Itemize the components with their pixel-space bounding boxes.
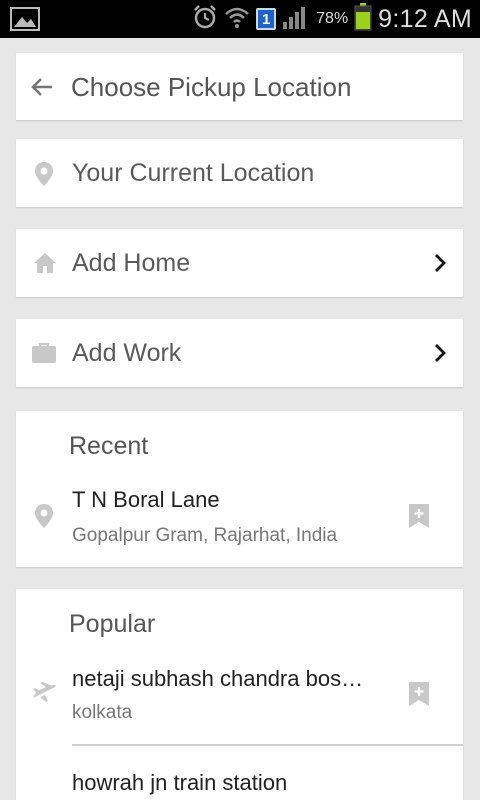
- home-icon: [33, 252, 57, 279]
- back-arrow-icon[interactable]: [30, 75, 54, 104]
- briefcase-icon: [31, 342, 57, 369]
- add-work-row[interactable]: Add Work: [16, 319, 463, 387]
- popular-place-address: kolkata: [72, 702, 133, 723]
- bookmark-add-icon[interactable]: [408, 503, 430, 534]
- popular-section-title: Popular: [69, 610, 156, 638]
- chevron-right-icon: [433, 343, 447, 368]
- bookmark-add-icon[interactable]: [408, 681, 430, 712]
- list-item[interactable]: howrah jn train station: [16, 764, 463, 800]
- wifi-icon: [224, 5, 250, 34]
- signal-icon: [282, 4, 310, 35]
- recent-section-title: Recent: [69, 432, 149, 460]
- popular-place-name: howrah jn train station: [72, 770, 288, 795]
- battery-percent: 78%: [316, 10, 349, 27]
- current-location-row[interactable]: Your Current Location: [16, 139, 463, 207]
- notification-badge: 1: [256, 8, 277, 30]
- list-item[interactable]: netaji subhash chandra bos… kolkata: [16, 657, 463, 747]
- recent-card: Recent T N Boral Lane Gopalpur Gram, Raj…: [16, 411, 463, 567]
- alarm-icon: [192, 4, 218, 35]
- chevron-right-icon: [433, 253, 447, 278]
- recent-place-name: T N Boral Lane: [72, 487, 220, 512]
- location-pin-icon: [34, 161, 54, 192]
- add-home-label: Add Home: [72, 249, 191, 277]
- popular-place-name: netaji subhash chandra bos…: [72, 666, 364, 691]
- header-card: Choose Pickup Location: [16, 53, 463, 120]
- airplane-icon: [31, 679, 57, 710]
- recent-place-address: Gopalpur Gram, Rajarhat, India: [72, 525, 338, 546]
- add-home-row[interactable]: Add Home: [16, 229, 463, 297]
- popular-card: Popular netaji subhash chandra bos… kolk…: [16, 589, 463, 800]
- list-item[interactable]: T N Boral Lane Gopalpur Gram, Rajarhat, …: [16, 479, 463, 559]
- current-location-label: Your Current Location: [72, 159, 315, 187]
- add-work-label: Add Work: [72, 339, 182, 367]
- location-pin-icon: [34, 503, 54, 534]
- gallery-icon: [10, 7, 40, 36]
- battery-icon: [354, 2, 372, 36]
- page-title: Choose Pickup Location: [71, 72, 352, 102]
- divider: [72, 744, 463, 746]
- clock: 9:12 AM: [378, 4, 472, 33]
- status-bar: 1 78% 9:12 AM: [0, 0, 480, 38]
